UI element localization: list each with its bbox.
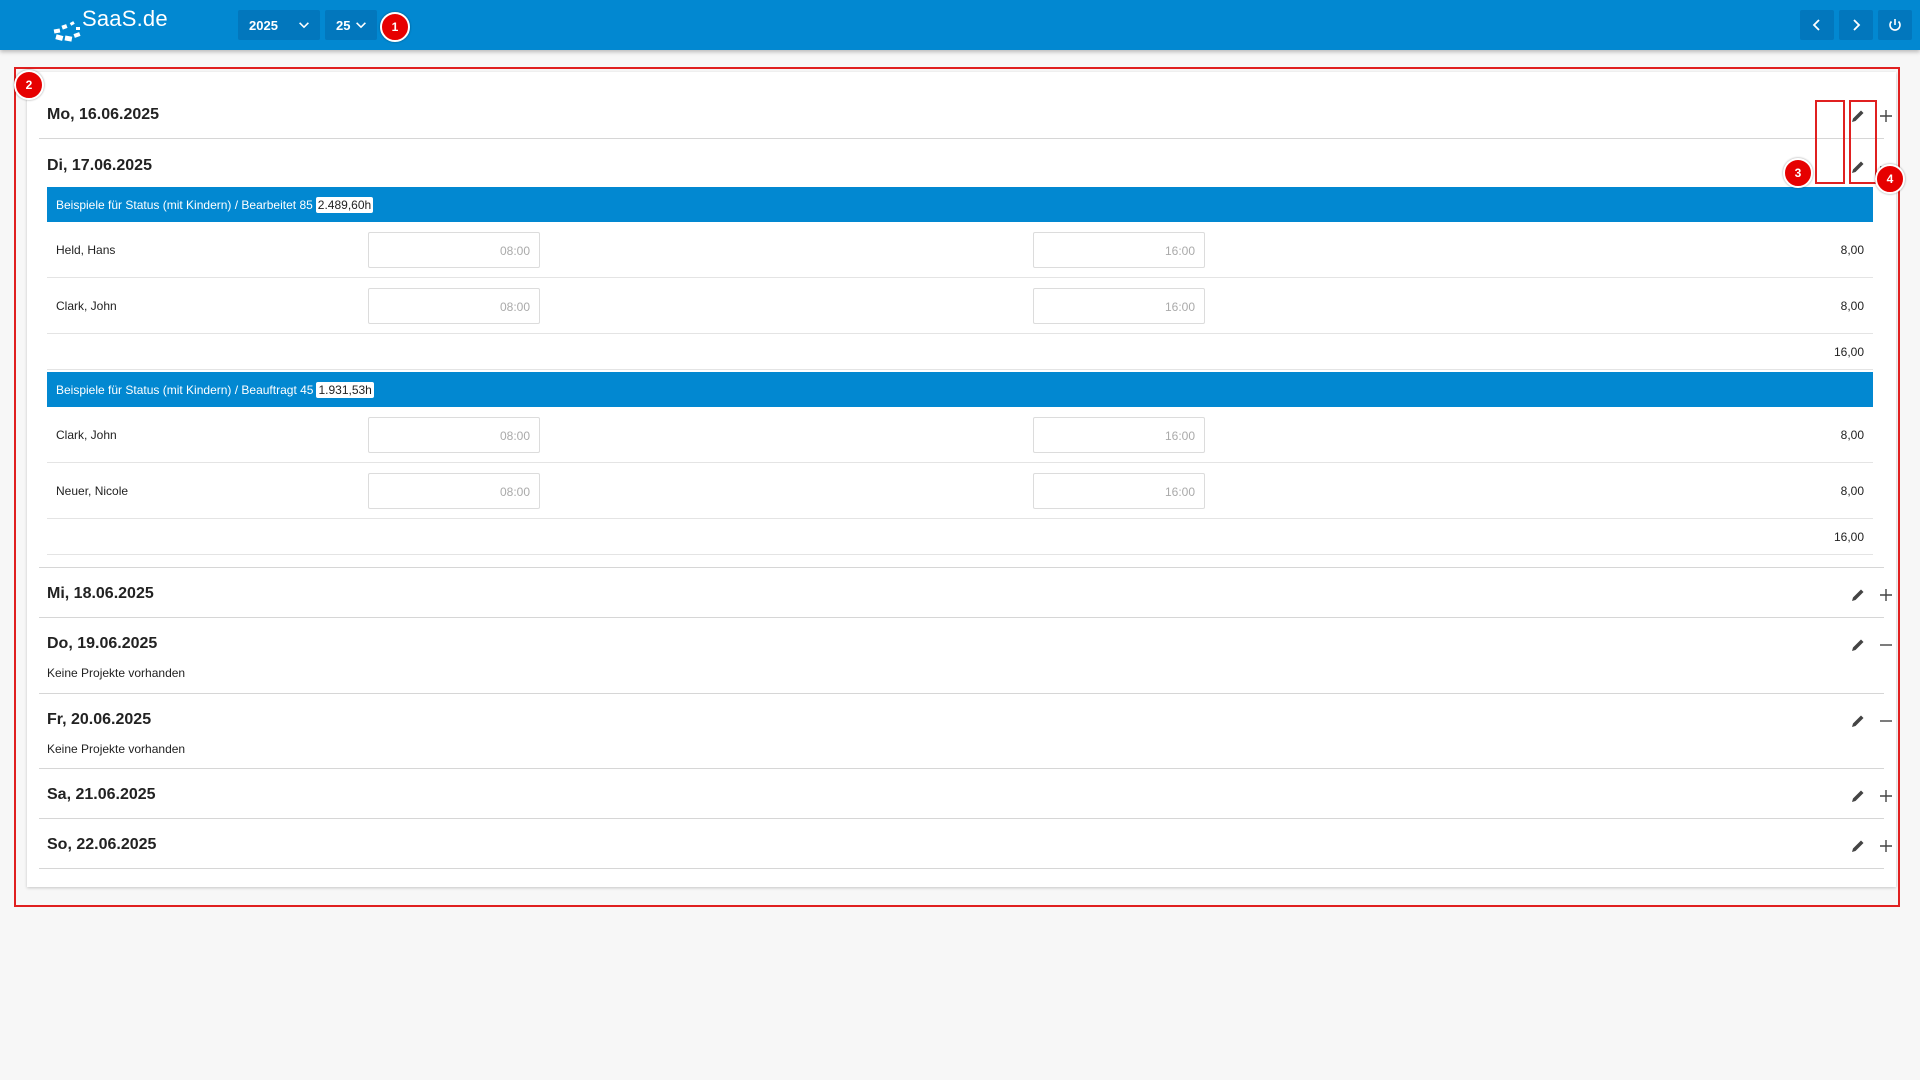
plus-icon xyxy=(1880,589,1892,601)
edit-button[interactable] xyxy=(1848,836,1868,856)
day-title: Mi, 18.06.2025 xyxy=(47,585,154,602)
table-row: Neuer, Nicole 08:00 16:00 8,00 xyxy=(47,463,1873,519)
table-row: Clark, John 08:00 16:00 8,00 xyxy=(47,278,1873,334)
plus-icon xyxy=(1880,790,1892,802)
annotation-badge: 4 xyxy=(1875,164,1905,194)
day-title: Mo, 16.06.2025 xyxy=(47,106,160,123)
project-header[interactable]: Beispiele für Status (mit Kindern) / Bea… xyxy=(47,187,1873,222)
power-icon xyxy=(1889,19,1901,31)
project-total-row: 16,00 xyxy=(47,519,1873,555)
project-hours-badge: 2.489,60h xyxy=(315,196,374,213)
pencil-icon xyxy=(1852,840,1864,852)
chevron-right-icon xyxy=(1853,19,1861,31)
end-time-input[interactable]: 16:00 xyxy=(1033,473,1205,509)
expand-button[interactable] xyxy=(1876,836,1896,856)
edit-button[interactable] xyxy=(1848,786,1868,806)
chevron-down-icon xyxy=(299,22,309,29)
collapse-button[interactable] xyxy=(1876,635,1896,655)
week-select-value: 25 xyxy=(336,17,351,33)
table-row: Held, Hans 08:00 16:00 8,00 xyxy=(47,222,1873,278)
project-total-row: 16,00 xyxy=(47,334,1873,370)
no-projects-text: Keine Projekte vorhanden xyxy=(47,742,186,756)
table-row: Clark, John 08:00 16:00 8,00 xyxy=(47,407,1873,463)
edit-button[interactable] xyxy=(1848,106,1868,126)
pencil-icon xyxy=(1852,589,1864,601)
day-tuesday: Di, 17.06.2025 Beispiele für Status (mit… xyxy=(39,139,1892,568)
end-time-input[interactable]: 16:00 xyxy=(1033,417,1205,453)
minus-icon xyxy=(1880,720,1892,722)
project-header[interactable]: Beispiele für Status (mit Kindern) / Bea… xyxy=(47,372,1873,407)
logo-text: SaaS.de xyxy=(82,6,168,31)
day-friday: Fr, 20.06.2025 Keine Projekte vorhanden xyxy=(39,694,1892,769)
day-monday: Mo, 16.06.2025 xyxy=(39,72,1892,139)
day-sunday: So, 22.06.2025 xyxy=(39,819,1892,869)
collapse-button[interactable] xyxy=(1876,711,1896,731)
annotation-badge: 1 xyxy=(380,12,410,42)
annotation-badge: 2 xyxy=(14,70,44,100)
project-hours-badge: 1.931,53h xyxy=(316,381,374,398)
start-time-input[interactable]: 08:00 xyxy=(368,417,540,453)
chevron-down-icon xyxy=(356,22,366,29)
plus-icon xyxy=(1880,110,1892,122)
end-time-input[interactable]: 16:00 xyxy=(1033,232,1205,268)
day-title: So, 22.06.2025 xyxy=(47,836,157,853)
employee-name: Held, Hans xyxy=(56,243,116,257)
edit-button[interactable] xyxy=(1848,157,1868,177)
edit-button[interactable] xyxy=(1848,635,1868,655)
row-hours: 8,00 xyxy=(1840,299,1864,313)
previous-week-button[interactable] xyxy=(1800,10,1834,40)
employee-name: Neuer, Nicole xyxy=(56,484,129,498)
annotation-badge: 3 xyxy=(1783,158,1813,188)
plus-icon xyxy=(1880,840,1892,852)
next-week-button[interactable] xyxy=(1839,10,1873,40)
day-title: Fr, 20.06.2025 xyxy=(47,711,152,728)
day-thursday: Do, 19.06.2025 Keine Projekte vorhanden xyxy=(39,618,1892,694)
pencil-icon xyxy=(1852,639,1864,651)
day-wednesday: Mi, 18.06.2025 xyxy=(39,568,1892,618)
start-time-input[interactable]: 08:00 xyxy=(368,232,540,268)
project-label: Beispiele für Status (mit Kindern) / Bea… xyxy=(56,197,313,212)
pencil-icon xyxy=(1852,790,1864,802)
day-title: Do, 19.06.2025 xyxy=(47,635,158,652)
project-label: Beispiele für Status (mit Kindern) / Bea… xyxy=(56,382,314,397)
year-select-value: 2025 xyxy=(249,17,278,33)
no-projects-text: Keine Projekte vorhanden xyxy=(47,666,186,680)
minus-icon xyxy=(1880,644,1892,646)
edit-button[interactable] xyxy=(1848,711,1868,731)
employee-name: Clark, John xyxy=(56,299,117,313)
expand-button[interactable] xyxy=(1876,106,1896,126)
week-select[interactable]: 25 xyxy=(325,10,377,40)
day-title: Sa, 21.06.2025 xyxy=(47,786,156,803)
chevron-left-icon xyxy=(1812,19,1820,31)
day-saturday: Sa, 21.06.2025 xyxy=(39,769,1892,819)
logo[interactable]: SaaS.de xyxy=(52,5,172,43)
row-hours: 8,00 xyxy=(1840,428,1864,442)
week-panel: Mo, 16.06.2025 Di, 17.06.2025 Beispiele … xyxy=(27,72,1896,887)
edit-button[interactable] xyxy=(1848,585,1868,605)
project-total: 16,00 xyxy=(1833,345,1864,359)
expand-button[interactable] xyxy=(1876,585,1896,605)
project-total: 16,00 xyxy=(1833,530,1864,544)
start-time-input[interactable]: 08:00 xyxy=(368,473,540,509)
logout-button[interactable] xyxy=(1878,10,1912,40)
year-select[interactable]: 2025 xyxy=(238,10,320,40)
pencil-icon xyxy=(1852,715,1864,727)
employee-name: Clark, John xyxy=(56,428,117,442)
day-title: Di, 17.06.2025 xyxy=(47,157,152,174)
pencil-icon xyxy=(1852,161,1864,173)
row-hours: 8,00 xyxy=(1840,484,1864,498)
top-bar: SaaS.de 2025 25 xyxy=(0,0,1920,50)
start-time-input[interactable]: 08:00 xyxy=(368,288,540,324)
end-time-input[interactable]: 16:00 xyxy=(1033,288,1205,324)
expand-button[interactable] xyxy=(1876,786,1896,806)
row-hours: 8,00 xyxy=(1840,243,1864,257)
pencil-icon xyxy=(1852,110,1864,122)
